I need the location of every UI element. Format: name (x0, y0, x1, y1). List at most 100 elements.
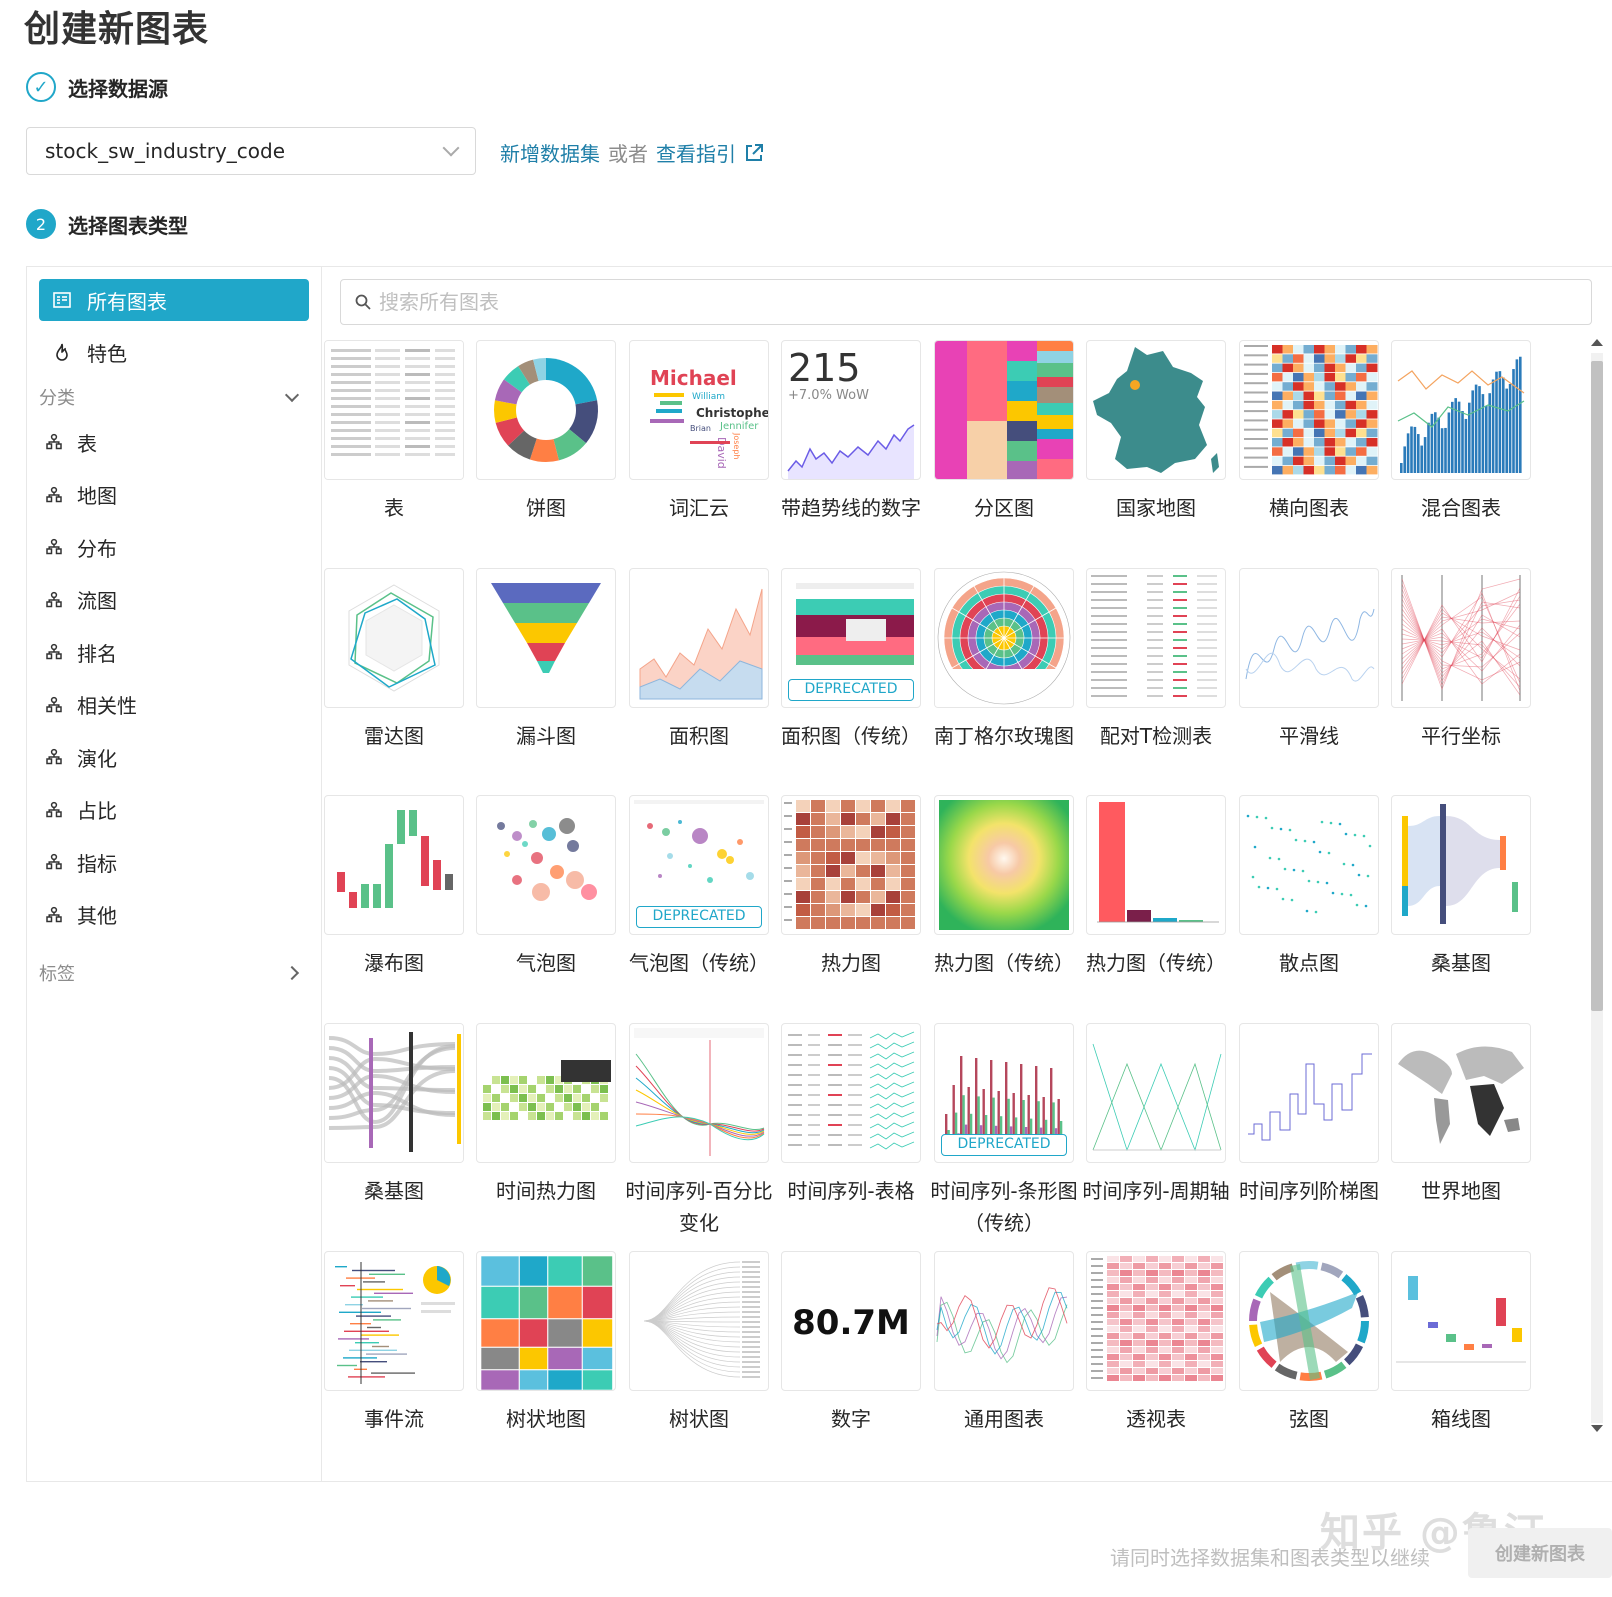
chart-type-card[interactable]: 时间序列-表格 (781, 1023, 921, 1207)
chart-thumbnail[interactable]: Michael Christopher Jennifer William David Jo… (629, 340, 769, 480)
chart-type-card[interactable]: 时间序列-百分比变化 (625, 1023, 773, 1239)
chart-type-card[interactable]: DEPRECATED 气泡图（传统） (629, 795, 769, 979)
chart-thumbnail[interactable] (1391, 340, 1531, 480)
chart-thumbnail[interactable] (1391, 568, 1531, 708)
chart-thumbnail[interactable] (1239, 568, 1379, 708)
chart-type-card[interactable]: 透视表 (1086, 1251, 1226, 1435)
category-section-header[interactable]: 分类 (39, 381, 309, 413)
chart-type-card[interactable]: 平行坐标 (1391, 568, 1531, 752)
chart-thumbnail[interactable]: 215 +7.0% WoW (781, 340, 921, 480)
chart-thumbnail[interactable] (1086, 568, 1226, 708)
chart-thumbnail[interactable] (1391, 795, 1531, 935)
sidebar-category-item[interactable]: 排名 (45, 635, 117, 669)
view-guide-link[interactable]: 查看指引 (656, 138, 736, 167)
chart-type-card[interactable]: 面积图 (629, 568, 769, 752)
chart-thumbnail[interactable] (1086, 1251, 1226, 1391)
scroll-down-arrow-icon[interactable] (1591, 1425, 1603, 1432)
chart-type-card[interactable]: 事件流 (324, 1251, 464, 1435)
chart-thumbnail[interactable] (476, 1023, 616, 1163)
chart-type-card[interactable]: 分区图 (934, 340, 1074, 524)
sidebar-category-item[interactable]: 其他 (45, 898, 117, 932)
chart-thumbnail[interactable] (629, 1023, 769, 1163)
chart-type-card[interactable]: 散点图 (1239, 795, 1379, 979)
chart-type-card[interactable]: DEPRECATED 面积图（传统） (781, 568, 921, 752)
gallery-scrollbar[interactable] (1583, 333, 1612, 1443)
chart-type-card[interactable]: 树状地图 (476, 1251, 616, 1435)
chart-thumbnail[interactable] (1086, 795, 1226, 935)
sidebar-category-item[interactable]: 演化 (45, 740, 117, 774)
chart-type-card[interactable]: 时间序列-周期轴 (1082, 1023, 1230, 1207)
chart-thumbnail[interactable] (324, 1251, 464, 1391)
chart-type-card[interactable]: 通用图表 (934, 1251, 1074, 1435)
sidebar-category-item[interactable]: 占比 (45, 793, 117, 827)
add-dataset-link[interactable]: 新增数据集 (500, 138, 600, 167)
chart-type-card[interactable]: 桑基图 (324, 1023, 464, 1207)
chart-type-card[interactable]: 世界地图 (1391, 1023, 1531, 1207)
sidebar-category-item[interactable]: 表 (45, 425, 97, 459)
chart-type-card[interactable]: 热力图（传统） (1086, 795, 1226, 979)
chart-thumbnail[interactable] (324, 795, 464, 935)
chart-type-card[interactable]: 热力图（传统） (934, 795, 1074, 979)
chart-thumbnail[interactable] (476, 795, 616, 935)
chart-type-card[interactable]: 南丁格尔玫瑰图 (934, 568, 1074, 752)
search-input[interactable] (379, 290, 1479, 314)
chart-thumbnail[interactable] (1239, 1251, 1379, 1391)
chart-type-card[interactable]: 时间序列阶梯图 (1239, 1023, 1379, 1207)
chart-type-card[interactable]: 表 (324, 340, 464, 524)
chart-thumbnail[interactable] (324, 340, 464, 480)
chart-type-card[interactable]: Michael Christopher Jennifer William David Jo… (629, 340, 769, 524)
chart-type-card[interactable]: 215 +7.0% WoW 带趋势线的数字 (781, 340, 921, 524)
datasource-select[interactable]: stock_sw_industry_code (26, 127, 476, 175)
chart-type-card[interactable]: 漏斗图 (476, 568, 616, 752)
create-chart-button[interactable]: 创建新图表 (1468, 1528, 1612, 1578)
chart-thumbnail[interactable] (629, 1251, 769, 1391)
chart-thumbnail[interactable] (476, 340, 616, 480)
chart-type-card[interactable]: 时间热力图 (476, 1023, 616, 1207)
external-link-icon[interactable] (744, 143, 764, 163)
chart-thumbnail[interactable] (1391, 1251, 1531, 1391)
scroll-up-arrow-icon[interactable] (1591, 339, 1603, 346)
chart-type-card[interactable]: 平滑线 (1239, 568, 1379, 752)
chart-thumbnail[interactable]: DEPRECATED (934, 1023, 1074, 1163)
chart-type-card[interactable]: 热力图 (781, 795, 921, 979)
chart-thumbnail[interactable]: DEPRECATED (781, 568, 921, 708)
chart-thumbnail[interactable] (629, 568, 769, 708)
chart-type-card[interactable]: 雷达图 (324, 568, 464, 752)
chart-thumbnail[interactable] (934, 1251, 1074, 1391)
chart-thumbnail[interactable] (476, 1251, 616, 1391)
sidebar-category-item[interactable]: 流图 (45, 583, 117, 617)
chart-thumbnail[interactable] (324, 1023, 464, 1163)
chart-thumbnail[interactable] (1086, 1023, 1226, 1163)
sidebar-item-featured[interactable]: 特色 (39, 331, 309, 373)
chart-type-card[interactable]: 国家地图 (1086, 340, 1226, 524)
chart-thumbnail[interactable] (1239, 795, 1379, 935)
chart-type-card[interactable]: DEPRECATED 时间序列-条形图（传统） (930, 1023, 1078, 1239)
chart-type-card[interactable]: 80.7M 数字 (781, 1251, 921, 1435)
sidebar-category-item[interactable]: 地图 (45, 478, 117, 512)
chart-thumbnail[interactable] (781, 1023, 921, 1163)
chart-thumbnail[interactable] (324, 568, 464, 708)
sidebar-category-item[interactable]: 指标 (45, 845, 117, 879)
tags-section-header[interactable]: 标签 (39, 957, 309, 989)
chart-type-card[interactable]: 混合图表 (1391, 340, 1531, 524)
sidebar-category-item[interactable]: 相关性 (45, 688, 137, 722)
chart-thumbnail[interactable] (1086, 340, 1226, 480)
chart-thumbnail[interactable] (934, 568, 1074, 708)
chart-thumbnail[interactable] (934, 795, 1074, 935)
chart-thumbnail[interactable] (1239, 1023, 1379, 1163)
chart-thumbnail[interactable] (781, 795, 921, 935)
chart-type-card[interactable]: 横向图表 (1239, 340, 1379, 524)
chart-type-card[interactable]: 气泡图 (476, 795, 616, 979)
chart-thumbnail[interactable]: DEPRECATED (629, 795, 769, 935)
chart-thumbnail[interactable]: 80.7M (781, 1251, 921, 1391)
scroll-thumb[interactable] (1591, 361, 1603, 1011)
chart-type-card[interactable]: 箱线图 (1391, 1251, 1531, 1435)
chart-thumbnail[interactable] (1391, 1023, 1531, 1163)
chart-type-card[interactable]: 树状图 (629, 1251, 769, 1435)
sidebar-category-item[interactable]: 分布 (45, 530, 117, 564)
chart-type-card[interactable]: 配对T检测表 (1086, 568, 1226, 752)
chart-thumbnail[interactable] (1239, 340, 1379, 480)
chart-type-card[interactable]: 瀑布图 (324, 795, 464, 979)
chart-type-card[interactable]: 饼图 (476, 340, 616, 524)
chart-search-box[interactable] (340, 279, 1592, 325)
